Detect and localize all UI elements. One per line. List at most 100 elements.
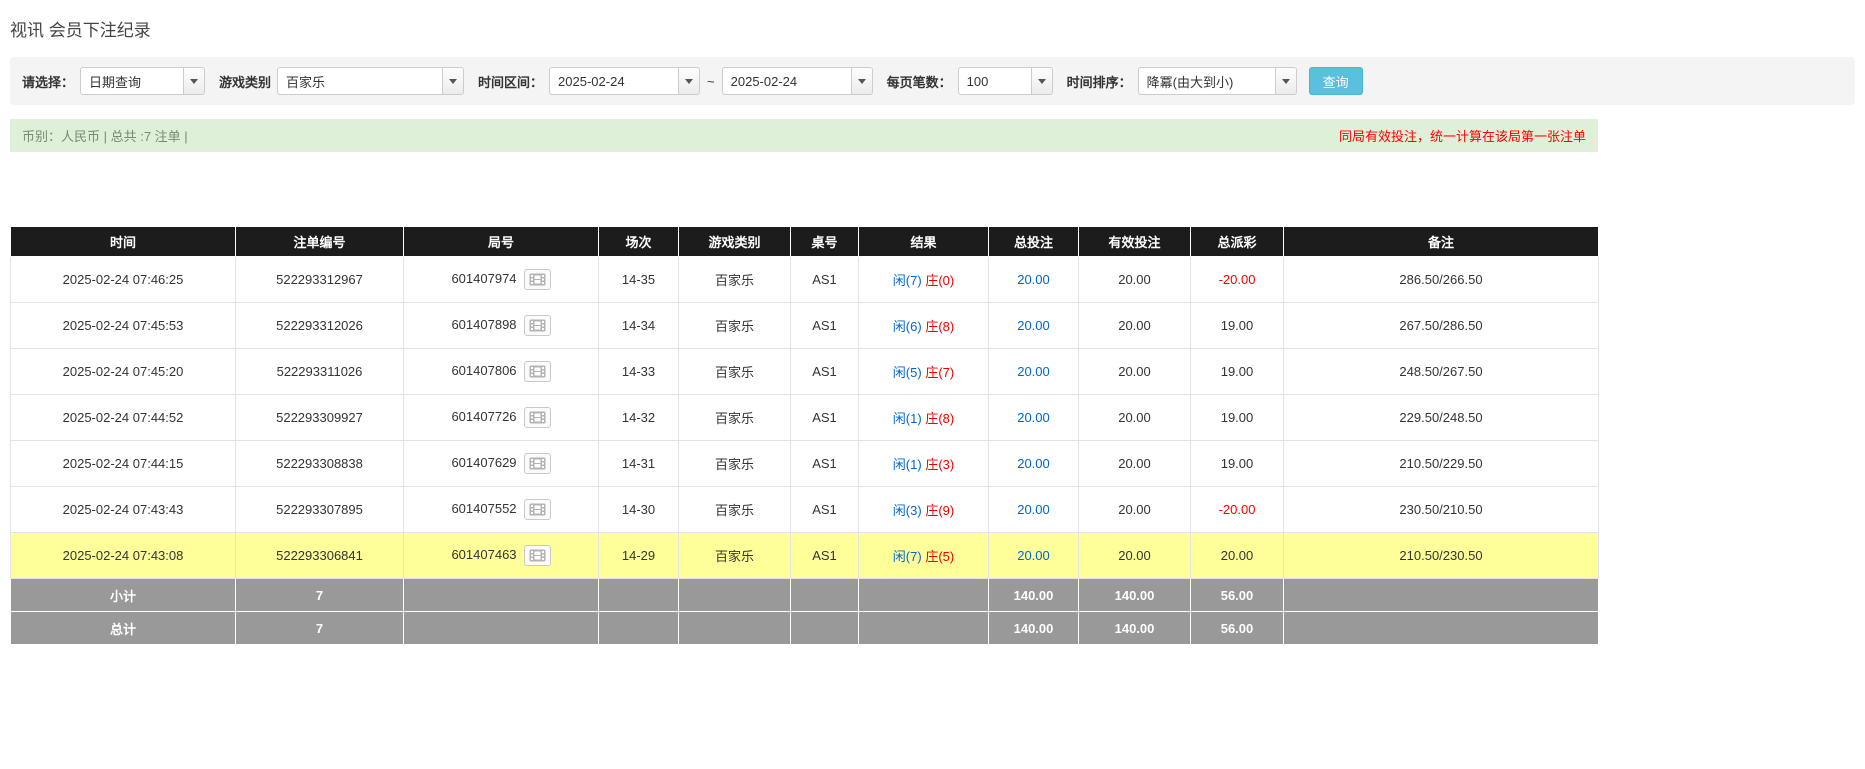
table-row: 2025-02-24 07:43:43522293307895601407552… xyxy=(11,487,1599,533)
total-bet-link[interactable]: 20.00 xyxy=(1017,456,1050,471)
video-replay-icon[interactable] xyxy=(524,269,551,290)
cell-game-type: 百家乐 xyxy=(679,533,791,579)
page-size-combo xyxy=(958,67,1053,95)
sort-label: 时间排序： xyxy=(1067,72,1132,91)
subtotal-row: 小计 7 140.00 140.00 56.00 xyxy=(11,579,1599,612)
col-header-remark: 备注 xyxy=(1284,227,1599,257)
cell-total-bet: 20.00 xyxy=(989,487,1079,533)
chevron-down-icon[interactable] xyxy=(678,67,700,95)
cell-table-no: AS1 xyxy=(791,533,859,579)
cell-time: 2025-02-24 07:44:15 xyxy=(11,441,236,487)
total-bet-link[interactable]: 20.00 xyxy=(1017,364,1050,379)
caret-glyph xyxy=(685,79,693,84)
cell-session: 14-30 xyxy=(599,487,679,533)
cell-valid-bet: 20.00 xyxy=(1079,349,1191,395)
cell-session: 14-29 xyxy=(599,533,679,579)
cell-valid-bet: 20.00 xyxy=(1079,441,1191,487)
cell-bet-id: 522293312967 xyxy=(236,257,404,303)
cell-session: 14-32 xyxy=(599,395,679,441)
video-replay-icon[interactable] xyxy=(524,499,551,520)
cell-bet-id: 522293312026 xyxy=(236,303,404,349)
col-header-payout: 总派彩 xyxy=(1191,227,1284,257)
payout-value: 19.00 xyxy=(1221,456,1254,471)
cell-session: 14-34 xyxy=(599,303,679,349)
total-empty-cell xyxy=(679,612,791,645)
subtotal-empty-cell xyxy=(404,579,599,612)
total-label: 总计 xyxy=(11,612,236,645)
date-to-input[interactable] xyxy=(722,67,852,95)
caret-glyph xyxy=(858,79,866,84)
records-table: 时间 注单编号 局号 场次 游戏类别 桌号 结果 总投注 有效投注 总派彩 备注… xyxy=(10,226,1599,645)
total-bet-link[interactable]: 20.00 xyxy=(1017,318,1050,333)
cell-bet-id: 522293309927 xyxy=(236,395,404,441)
col-header-valid-bet: 有效投注 xyxy=(1079,227,1191,257)
cell-remark: 229.50/248.50 xyxy=(1284,395,1599,441)
date-type-label: 请选择： xyxy=(22,72,74,91)
payout-value: -20.00 xyxy=(1219,502,1256,517)
summary-bar: 币别：人民币 | 总共 :7 注单 | 同局有效投注，统一计算在该局第一张注单 xyxy=(10,119,1598,152)
chevron-down-icon[interactable] xyxy=(851,67,873,95)
chevron-down-icon[interactable] xyxy=(442,67,464,95)
subtotal-empty-cell xyxy=(859,579,989,612)
cell-total-bet: 20.00 xyxy=(989,441,1079,487)
summary-notice: 同局有效投注，统一计算在该局第一张注单 xyxy=(1339,126,1586,145)
header-row: 时间 注单编号 局号 场次 游戏类别 桌号 结果 总投注 有效投注 总派彩 备注 xyxy=(11,227,1599,257)
col-header-round-id: 局号 xyxy=(404,227,599,257)
cell-remark: 210.50/230.50 xyxy=(1284,533,1599,579)
caret-glyph xyxy=(1282,79,1290,84)
cell-round-id: 601407806 xyxy=(404,349,599,395)
col-header-time: 时间 xyxy=(11,227,236,257)
sort-input[interactable] xyxy=(1138,67,1276,95)
payout-value: 19.00 xyxy=(1221,410,1254,425)
subtotal-total-bet: 140.00 xyxy=(989,579,1079,612)
cell-table-no: AS1 xyxy=(791,487,859,533)
search-button[interactable]: 查询 xyxy=(1309,67,1363,95)
total-bet-link[interactable]: 20.00 xyxy=(1017,548,1050,563)
date-from-input[interactable] xyxy=(549,67,679,95)
cell-table-no: AS1 xyxy=(791,395,859,441)
cell-table-no: AS1 xyxy=(791,303,859,349)
page-size-input[interactable] xyxy=(958,67,1032,95)
col-header-table-no: 桌号 xyxy=(791,227,859,257)
subtotal-empty-cell xyxy=(599,579,679,612)
table-row: 2025-02-24 07:45:53522293312026601407898… xyxy=(11,303,1599,349)
video-replay-icon[interactable] xyxy=(524,453,551,474)
cell-time: 2025-02-24 07:45:53 xyxy=(11,303,236,349)
chevron-down-icon[interactable] xyxy=(183,67,205,95)
cell-total-bet: 20.00 xyxy=(989,395,1079,441)
result-banker: 庄(9) xyxy=(925,503,954,518)
total-empty-cell xyxy=(859,612,989,645)
total-empty-cell xyxy=(791,612,859,645)
chevron-down-icon[interactable] xyxy=(1275,67,1297,95)
cell-valid-bet: 20.00 xyxy=(1079,395,1191,441)
cell-total-bet: 20.00 xyxy=(989,257,1079,303)
payout-value: 20.00 xyxy=(1221,548,1254,563)
cell-valid-bet: 20.00 xyxy=(1079,533,1191,579)
total-bet-link[interactable]: 20.00 xyxy=(1017,502,1050,517)
video-replay-icon[interactable] xyxy=(524,545,551,566)
cell-round-id: 601407974 xyxy=(404,257,599,303)
cell-bet-id: 522293307895 xyxy=(236,487,404,533)
chevron-down-icon[interactable] xyxy=(1031,67,1053,95)
cell-time: 2025-02-24 07:46:25 xyxy=(11,257,236,303)
col-header-game-type: 游戏类别 xyxy=(679,227,791,257)
result-banker: 庄(7) xyxy=(925,365,954,380)
filter-group-date-type: 请选择： xyxy=(20,67,205,95)
result-banker: 庄(5) xyxy=(925,549,954,564)
date-type-combo xyxy=(80,67,205,95)
video-replay-icon[interactable] xyxy=(524,315,551,336)
total-bet-link[interactable]: 20.00 xyxy=(1017,410,1050,425)
total-total-bet: 140.00 xyxy=(989,612,1079,645)
cell-remark: 267.50/286.50 xyxy=(1284,303,1599,349)
cell-total-bet: 20.00 xyxy=(989,533,1079,579)
game-type-input[interactable] xyxy=(277,67,443,95)
date-type-input[interactable] xyxy=(80,67,184,95)
video-replay-icon[interactable] xyxy=(524,361,551,382)
total-bet-link[interactable]: 20.00 xyxy=(1017,272,1050,287)
cell-game-type: 百家乐 xyxy=(679,487,791,533)
film-glyph xyxy=(529,273,546,286)
result-player: 闲(5) xyxy=(893,365,922,380)
video-replay-icon[interactable] xyxy=(524,407,551,428)
col-header-session: 场次 xyxy=(599,227,679,257)
date-range-separator: ~ xyxy=(707,74,715,89)
